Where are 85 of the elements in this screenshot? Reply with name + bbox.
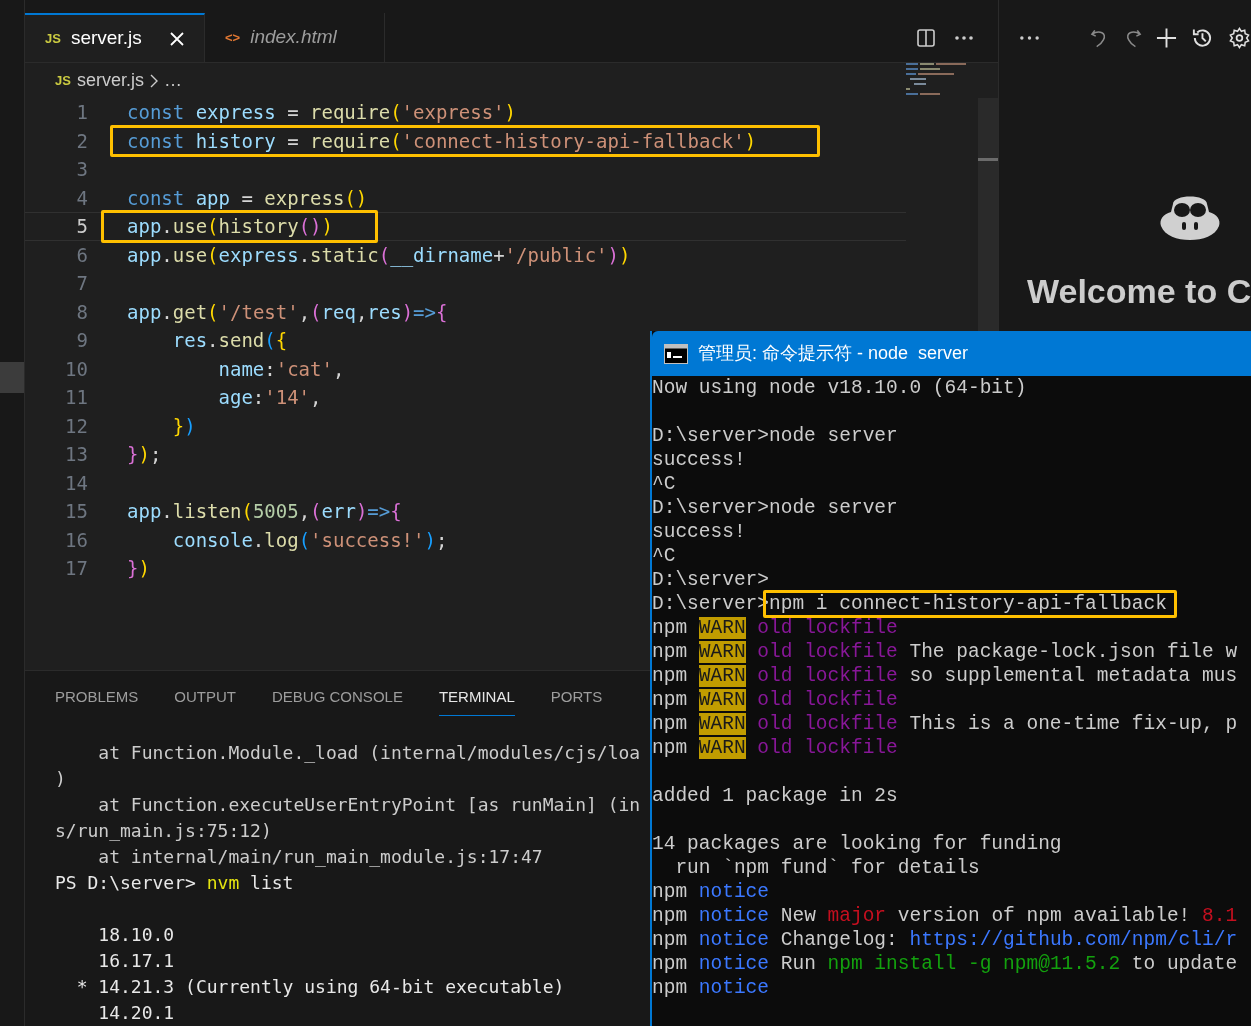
line-number: 12	[64, 413, 88, 439]
terminal-line: at Function.Module._load (internal/modules/cjs/loa	[97, 741, 641, 765]
console-line: npm WARN old lockfile	[652, 616, 898, 640]
line-number: 14	[64, 470, 88, 496]
line-number: 16	[64, 527, 88, 553]
console-line: D:\server>node server	[652, 424, 898, 448]
console-line: npm WARN old lockfile The package-lock.json file w	[652, 640, 1238, 664]
console-line: run `npm fund` for details	[674, 856, 980, 880]
window-title: 管理员: 命令提示符 - node server	[698, 342, 969, 365]
plus-icon[interactable]	[1156, 27, 1178, 49]
console-line: success!	[652, 520, 746, 544]
code-line: app.use(history())	[127, 214, 333, 239]
editor-tab[interactable]: JS server.js	[25, 13, 205, 62]
breadcrumb-item[interactable]: …	[163, 67, 182, 94]
code-line: name:'cat',	[217, 356, 345, 382]
code-line: app.get('/test',(req,res)=>{	[127, 299, 448, 325]
chevron-icon	[149, 73, 158, 88]
breadcrumb-item[interactable]: server.js	[76, 67, 144, 94]
code-line: })	[171, 413, 196, 439]
code-line: res.send({	[171, 328, 288, 353]
console-line: npm notice New major version of npm available! 8.1	[652, 904, 1238, 928]
line-number: 3	[75, 157, 88, 182]
line-number: 6	[75, 242, 88, 268]
terminal-line: at Function.executeUserEntryPoint [as runMain] (in	[97, 793, 641, 817]
line-number: 11	[64, 385, 88, 410]
code-line: const app = express()	[127, 185, 368, 211]
terminal-line: s/run_main.js:75:12)	[55, 819, 272, 843]
window-titlebar[interactable]: 管理员: 命令提示符 - node server	[652, 331, 1251, 376]
terminal-line: )	[55, 767, 66, 791]
panel-tab[interactable]: PROBLEMS	[55, 678, 139, 716]
panel-tab[interactable]: OUTPUT	[174, 678, 237, 716]
js-file-icon: JS	[45, 28, 61, 49]
js-file-icon: JS	[55, 70, 71, 91]
terminal-line: 18.10.0	[97, 923, 175, 947]
panel-tab[interactable]: TERMINAL	[438, 678, 515, 716]
console-line: npm WARN old lockfile	[652, 736, 898, 760]
console-line: npm WARN old lockfile	[652, 688, 898, 712]
console-line: success!	[652, 448, 746, 472]
code-file-icon: <>	[225, 27, 241, 48]
panel-tab[interactable]: DEBUG CONSOLE	[272, 678, 403, 716]
code-line: });	[127, 442, 162, 467]
line-number: 5	[75, 214, 88, 239]
console-line: 14 packages are looking for funding	[652, 832, 1062, 856]
console-line: ^C	[652, 544, 676, 568]
console-line: D:\server>node server	[652, 496, 898, 520]
console-line: D:\server>	[652, 568, 770, 592]
console-line: npm notice Changelog: https://github.com/npm/cli/r	[652, 928, 1238, 952]
console-line: npm notice	[652, 880, 770, 904]
more-icon[interactable]	[1019, 35, 1040, 41]
settings-icon[interactable]	[1228, 26, 1251, 50]
console-line: npm notice Run npm install -g npm@11.5.2 to update	[652, 952, 1238, 976]
line-number: 1	[75, 100, 88, 125]
split-editor-icon[interactable]	[916, 27, 936, 48]
code-line: const express = require('express')	[127, 100, 516, 125]
line-number: 9	[75, 328, 88, 353]
more-icon[interactable]	[954, 34, 974, 41]
console-line: added 1 package in 2s	[652, 784, 898, 808]
terminal-line: 14.20.1	[97, 1001, 175, 1025]
welcome-heading: Welcome to C	[1027, 272, 1251, 310]
code-line: app.use(express.static(__dirname+'/public'))	[127, 242, 631, 269]
console-line: npm notice	[652, 976, 770, 1000]
terminal-line: * 14.21.3 (Currently using 64-bit executable)	[75, 975, 565, 999]
console-line: ^C	[652, 472, 676, 496]
line-number: 13	[64, 442, 88, 467]
terminal-line: 16.17.1	[97, 949, 175, 973]
line-number: 2	[75, 128, 88, 154]
line-number: 7	[75, 271, 88, 296]
console-icon	[664, 343, 688, 364]
code-line: console.log('success!');	[171, 527, 448, 553]
console-line: Now using node v18.10.0 (64-bit)	[652, 376, 1027, 400]
code-line: age:'14',	[217, 385, 322, 410]
close-icon[interactable]	[170, 31, 184, 46]
line-number: 8	[75, 299, 88, 325]
terminal-line: at internal/main/run_main_module.js:17:47	[97, 845, 543, 869]
terminal-line: PS D:\server> nvm list	[55, 871, 294, 895]
line-number: 10	[64, 356, 88, 382]
code-line: })	[127, 556, 150, 581]
console-line: npm WARN old lockfile so supplemental metadata mus	[652, 664, 1238, 688]
console-line: npm WARN old lockfile This is a one-time fix-up, p	[652, 712, 1238, 736]
panel-tab[interactable]: PORTS	[550, 678, 603, 716]
code-line: app.listen(5005,(err)=>{	[127, 499, 402, 524]
code-line: const history = require('connect-history-api-fallback')	[127, 128, 757, 154]
line-number: 17	[64, 556, 88, 581]
line-number: 15	[64, 499, 88, 524]
line-number: 4	[75, 185, 88, 211]
